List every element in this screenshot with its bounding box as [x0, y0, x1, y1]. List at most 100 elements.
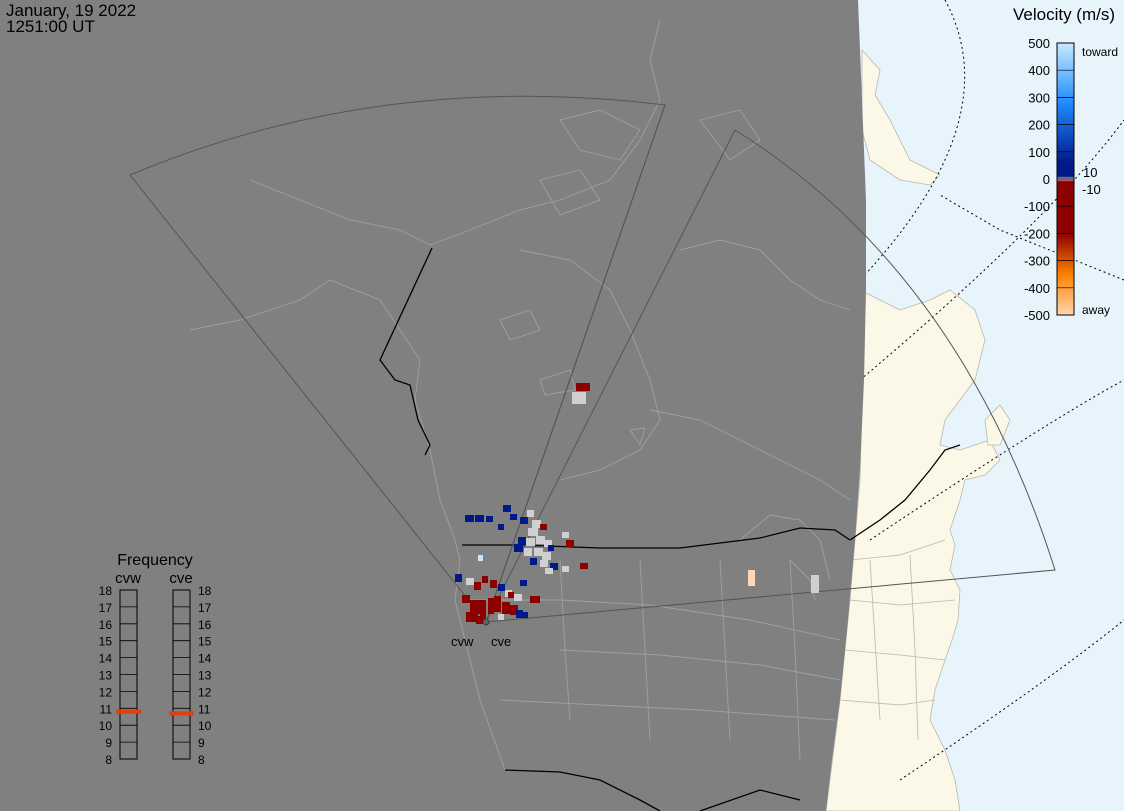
- velocity-cell: [527, 510, 534, 517]
- velocity-cell: [486, 516, 493, 522]
- colorbar-tick-label: -400: [1024, 281, 1050, 296]
- velocity-cell: [508, 592, 514, 598]
- colorbar-tick-label: -500: [1024, 308, 1050, 323]
- velocity-cell: [811, 575, 819, 593]
- velocity-cell: [494, 596, 501, 612]
- colorbar-tick-label: 100: [1028, 145, 1050, 160]
- frequency-title: Frequency: [117, 552, 193, 569]
- velocity-cell: [474, 582, 481, 590]
- velocity-cell: [572, 392, 586, 404]
- velocity-cell: [470, 600, 480, 614]
- velocity-cell: [518, 537, 526, 545]
- velocity-cell: [514, 544, 523, 552]
- frequency-tick-label-left: 17: [99, 601, 113, 615]
- frequency-tick-label-left: 18: [99, 584, 113, 598]
- colorbar-tick-label: 300: [1028, 90, 1050, 105]
- frequency-tick-label-right: 10: [198, 719, 212, 733]
- velocity-cell: [566, 540, 574, 547]
- radar-label-cvw: cvw: [451, 634, 474, 649]
- frequency-tick-label-right: 12: [198, 685, 212, 699]
- velocity-cell: [548, 545, 554, 551]
- velocity-cell: [580, 563, 588, 569]
- frequency-tick-label-right: 13: [198, 669, 212, 683]
- frequency-tick-label-left: 9: [105, 736, 112, 750]
- velocity-cell: [455, 574, 462, 582]
- frequency-tick-label-left: 12: [99, 685, 113, 699]
- velocity-cell: [488, 598, 494, 614]
- frequency-label-cvw: cvw: [115, 570, 141, 587]
- frequency-marker-cvw: [116, 709, 141, 714]
- colorbar-tick-label: -100: [1024, 199, 1050, 214]
- velocity-cell: [530, 558, 537, 565]
- frequency-tick-label-left: 11: [100, 702, 113, 716]
- velocity-cell: [540, 560, 548, 567]
- radar-site-marker: [482, 618, 490, 626]
- frequency-tick-label-left: 16: [99, 618, 113, 632]
- velocity-cell: [524, 548, 532, 556]
- frequency-tick-label-right: 17: [198, 601, 212, 615]
- frequency-tick-label-right: 15: [198, 635, 212, 649]
- velocity-cell: [536, 536, 545, 544]
- velocity-cell: [748, 570, 755, 586]
- frequency-tick-label-right: 18: [198, 584, 212, 598]
- colorbar-tick-label: 500: [1028, 36, 1050, 51]
- frequency-tick-label-left: 10: [99, 719, 113, 733]
- frequency-tick-label-left: 8: [105, 753, 112, 767]
- velocity-cell: [465, 515, 474, 522]
- velocity-cell: [466, 578, 474, 585]
- velocity-cell: [462, 595, 470, 603]
- frequency-tick-label-left: 14: [99, 652, 113, 666]
- velocity-cell: [520, 517, 528, 524]
- frequency-tick-label-left: 13: [99, 669, 113, 683]
- colorbar-tick-label: 200: [1028, 118, 1050, 133]
- frequency-label-cve: cve: [169, 570, 192, 587]
- velocity-cell: [503, 505, 511, 512]
- frequency-tick-label-right: 11: [198, 702, 211, 716]
- velocity-cell: [542, 552, 551, 560]
- velocity-cell: [516, 610, 523, 618]
- night-region: [0, 0, 866, 811]
- colorbar-tick-label: 400: [1028, 63, 1050, 78]
- velocity-cell: [514, 594, 522, 601]
- colorbar-tick-label: -200: [1024, 226, 1050, 241]
- velocity-cell: [530, 596, 540, 603]
- velocity-cell: [520, 580, 527, 586]
- velocity-cell: [498, 584, 505, 591]
- velocity-cell: [475, 515, 484, 522]
- velocity-cell: [532, 520, 541, 528]
- colorbar-near-zero-negative: -10: [1082, 182, 1101, 197]
- velocity-cell: [576, 383, 590, 391]
- superdarn-map: cvw cve 500 400 300 200 100 0 -100 -200 -300 -400…: [0, 0, 1124, 811]
- colorbar-away-label: away: [1082, 303, 1110, 317]
- velocity-cell: [498, 614, 504, 620]
- time-label: 1251:00 UT: [6, 17, 95, 36]
- frequency-tick-label-right: 8: [198, 753, 205, 767]
- velocity-cell: [562, 566, 569, 572]
- velocity-cell: [482, 576, 488, 583]
- colorbar-tick-label: 0: [1043, 172, 1050, 187]
- velocity-cell: [478, 555, 483, 561]
- frequency-tick-label-right: 9: [198, 736, 205, 750]
- velocity-cell: [490, 580, 497, 588]
- frequency-tick-label-right: 14: [198, 652, 212, 666]
- colorbar-near-zero-positive: 10: [1083, 165, 1097, 180]
- frequency-tick-label-right: 16: [198, 618, 212, 632]
- colorbar-toward-label: toward: [1082, 45, 1118, 59]
- velocity-cell: [522, 612, 528, 618]
- velocity-cell: [534, 548, 543, 556]
- frequency-tick-label-left: 15: [99, 635, 113, 649]
- velocity-cell: [545, 568, 553, 574]
- velocity-cell: [510, 514, 517, 520]
- velocity-cell: [562, 532, 569, 538]
- radar-label-cve: cve: [491, 634, 511, 649]
- velocity-legend-title: Velocity (m/s): [1013, 5, 1116, 24]
- velocity-cell: [540, 524, 547, 530]
- map-stage: cvw cve 500 400 300 200 100 0 -100 -200 -300 -400…: [0, 0, 1124, 811]
- velocity-cell: [526, 538, 535, 546]
- velocity-cell: [498, 524, 504, 530]
- velocity-cell: [528, 528, 538, 536]
- colorbar-tick-label: -300: [1024, 254, 1050, 269]
- velocity-cell: [480, 600, 486, 616]
- velocity-cell: [502, 602, 510, 614]
- frequency-marker-cve: [169, 711, 194, 716]
